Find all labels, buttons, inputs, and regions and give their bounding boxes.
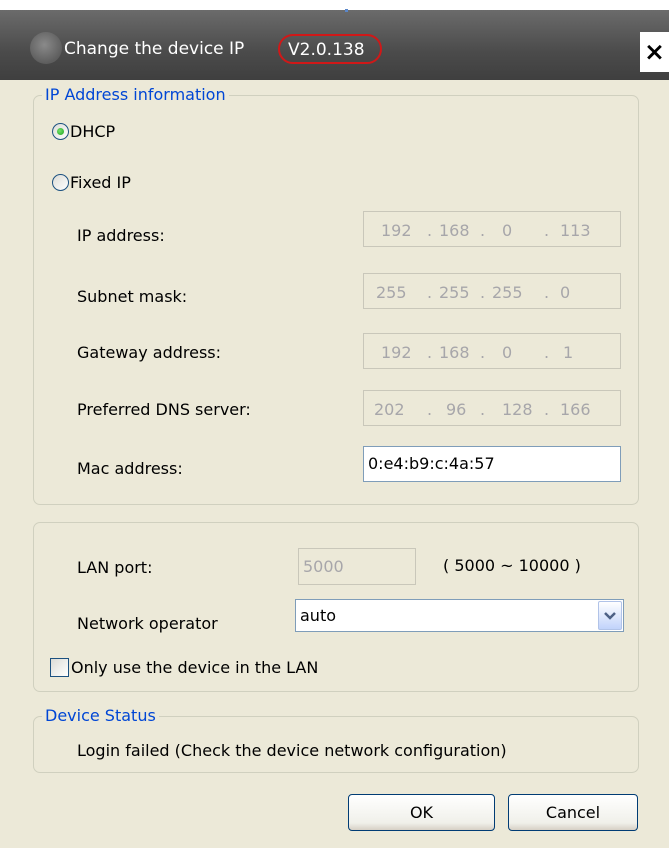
version-text: V2.0.138	[288, 40, 365, 60]
device-status-legend: Device Status	[45, 706, 156, 725]
lan-port-input[interactable]: 5000	[298, 548, 416, 585]
ip-address-label: IP address:	[77, 226, 165, 245]
lan-port-label: LAN port:	[77, 558, 153, 577]
fixed-ip-radio[interactable]	[52, 174, 69, 191]
title-bar: Change the device IP V2.0.138 ×	[0, 10, 669, 80]
chevron-down-icon	[604, 612, 616, 620]
subnet-octet-1: 255	[376, 283, 407, 302]
gateway-octet-1: 192	[381, 343, 412, 362]
ip-octet-3: 0	[502, 221, 513, 240]
dropdown-button[interactable]	[598, 601, 622, 630]
ip-octet-2: 168	[439, 221, 470, 240]
dhcp-label[interactable]: DHCP	[70, 122, 115, 141]
gateway-address-field: 192 . 168 . 0 . 1	[363, 333, 621, 369]
lan-port-range: ( 5000 ~ 10000 )	[443, 556, 581, 575]
network-operator-select[interactable]: auto	[295, 599, 624, 632]
cancel-button[interactable]: Cancel	[508, 794, 638, 831]
version-badge: V2.0.138	[278, 34, 382, 64]
lan-only-label[interactable]: Only use the device in the LAN	[71, 658, 318, 677]
ip-octet-4: 113	[560, 221, 591, 240]
dns-octet-2: 96	[446, 400, 467, 419]
dns-octet-1: 202	[374, 400, 405, 419]
dns-octet-4: 166	[560, 400, 591, 419]
app-logo-icon	[30, 32, 62, 64]
gateway-octet-2: 168	[439, 343, 470, 362]
dns-octet-3: 128	[502, 400, 533, 419]
mac-address-label: Mac address:	[77, 459, 183, 478]
gateway-address-label: Gateway address:	[77, 343, 222, 362]
gateway-octet-3: 0	[502, 343, 513, 362]
device-status-group: Device Status	[33, 707, 639, 773]
dns-server-label: Preferred DNS server:	[77, 400, 251, 419]
title-marker-dot	[345, 9, 348, 12]
mac-address-input[interactable]: 0:e4:b9:c:4a:57	[363, 446, 621, 482]
device-status-message: Login failed (Check the device network c…	[77, 741, 507, 760]
ip-group-legend: IP Address information	[45, 85, 226, 104]
close-button[interactable]: ×	[640, 32, 669, 72]
network-operator-label: Network operator	[77, 614, 218, 633]
ok-button[interactable]: OK	[348, 794, 495, 831]
fixed-ip-label[interactable]: Fixed IP	[70, 173, 131, 192]
network-operator-value: auto	[300, 606, 337, 625]
subnet-mask-label: Subnet mask:	[77, 287, 188, 306]
close-icon: ×	[644, 37, 665, 66]
ip-octet-1: 192	[381, 221, 412, 240]
subnet-mask-field: 255 . 255 . 255 . 0	[363, 273, 621, 309]
ip-address-field: 192 . 168 . 0 . 113	[363, 211, 621, 247]
lan-only-checkbox[interactable]	[50, 658, 69, 677]
dns-server-field: 202 . 96 . 128 . 166	[363, 390, 621, 426]
dhcp-radio-dot	[57, 128, 64, 135]
subnet-octet-2: 255	[439, 283, 470, 302]
window-title: Change the device IP	[64, 39, 245, 59]
dhcp-radio[interactable]	[52, 123, 69, 140]
subnet-octet-3: 255	[492, 283, 523, 302]
subnet-octet-4: 0	[560, 283, 571, 302]
gateway-octet-4: 1	[563, 343, 574, 362]
dialog-body: IP Address information DHCP Fixed IP IP …	[0, 80, 669, 848]
